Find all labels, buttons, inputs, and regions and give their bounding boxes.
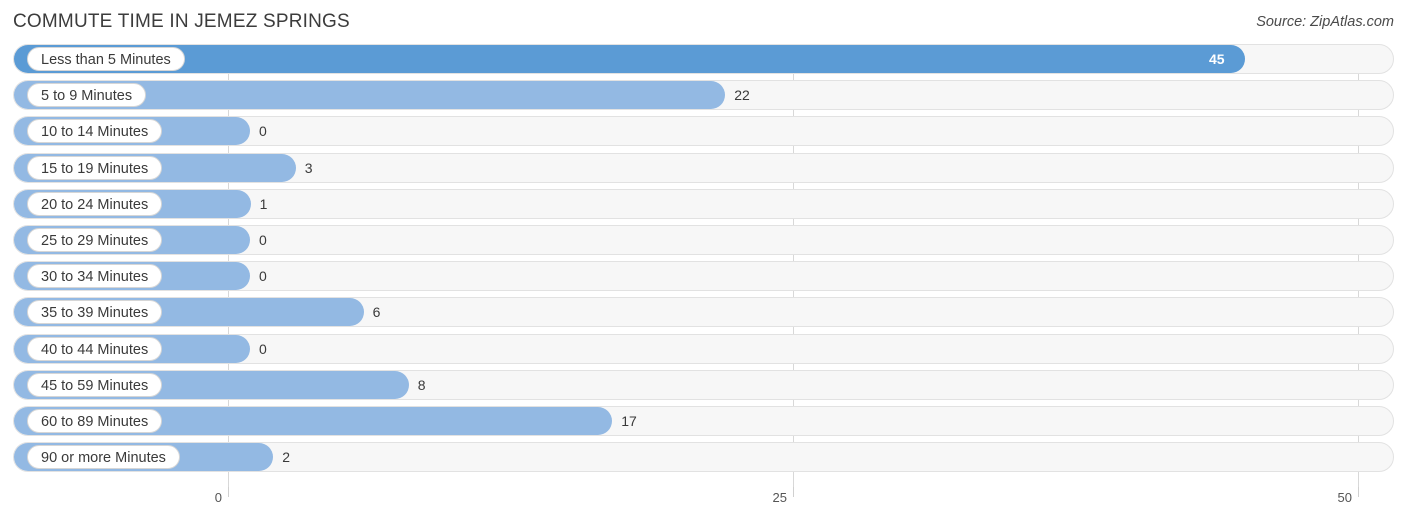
- bar-value-label: 6: [372, 304, 381, 321]
- bar-row[interactable]: 10 to 14 Minutes 0: [0, 116, 1406, 147]
- axis-tick: [228, 487, 229, 497]
- bar-category-label: 15 to 19 Minutes: [27, 155, 163, 180]
- bar-row[interactable]: 90 or more Minutes 2: [0, 442, 1406, 473]
- x-axis: 0 25 50: [0, 487, 1406, 523]
- bar-row[interactable]: 5 to 9 Minutes 22: [0, 80, 1406, 111]
- bar-row[interactable]: 25 to 29 Minutes 0: [0, 224, 1406, 255]
- source-attribution: Source: ZipAtlas.com: [1256, 14, 1394, 30]
- bar-row[interactable]: 15 to 19 Minutes 3: [0, 152, 1406, 183]
- bar-category-label: 60 to 89 Minutes: [27, 408, 163, 433]
- bar-row[interactable]: 30 to 34 Minutes 0: [0, 261, 1406, 292]
- bar-fill: [14, 45, 1245, 73]
- bar-value-label: 0: [259, 231, 267, 248]
- bar-category-label: 35 to 39 Minutes: [27, 300, 163, 325]
- bar-value-label: 0: [259, 123, 267, 140]
- bar-category-label: 5 to 9 Minutes: [27, 83, 147, 108]
- axis-tick-label: 25: [772, 490, 787, 505]
- bar-value-label: 45: [1209, 51, 1225, 67]
- bar-row[interactable]: 45 to 59 Minutes 8: [0, 369, 1406, 400]
- bar-row[interactable]: 20 to 24 Minutes 1: [0, 188, 1406, 219]
- bar-category-label: 10 to 14 Minutes: [27, 119, 163, 144]
- chart-plot-area: Less than 5 Minutes 45 5 to 9 Minutes 22 10 …: [0, 44, 1406, 487]
- bar-value-label: 3: [304, 159, 313, 176]
- axis-tick-label: 0: [214, 490, 222, 505]
- bar-row[interactable]: Less than 5 Minutes 45: [0, 44, 1406, 74]
- bar-category-label: Less than 5 Minutes: [27, 47, 185, 71]
- bar-category-label: 90 or more Minutes: [27, 445, 180, 470]
- bar-rows: Less than 5 Minutes 45 5 to 9 Minutes 22 10 …: [0, 44, 1406, 478]
- bar-row[interactable]: 60 to 89 Minutes 17: [0, 405, 1406, 436]
- bar-category-label: 25 to 29 Minutes: [27, 227, 163, 252]
- bar-category-label: 20 to 24 Minutes: [27, 191, 163, 216]
- bar-value-label: 17: [621, 412, 637, 429]
- axis-tick: [793, 487, 794, 497]
- bar-category-label: 45 to 59 Minutes: [27, 372, 163, 397]
- chart-header: COMMUTE TIME IN JEMEZ SPRINGS Source: Zi…: [0, 0, 1406, 44]
- bar-category-label: 40 to 44 Minutes: [27, 336, 163, 361]
- axis-tick-label: 50: [1337, 490, 1352, 505]
- page-title: COMMUTE TIME IN JEMEZ SPRINGS: [13, 11, 350, 32]
- bar-row[interactable]: 35 to 39 Minutes 6: [0, 297, 1406, 328]
- bar-value-label: 2: [282, 449, 290, 466]
- bar-category-label: 30 to 34 Minutes: [27, 264, 163, 289]
- axis-tick: [1358, 487, 1359, 497]
- bar-value-label: 22: [734, 87, 750, 104]
- bar-value-label: 0: [259, 268, 267, 285]
- bar-value-label: 0: [259, 340, 267, 357]
- bar-value-label: 1: [259, 195, 268, 212]
- bar-value-label: 8: [417, 376, 426, 393]
- bar-row[interactable]: 40 to 44 Minutes 0: [0, 333, 1406, 364]
